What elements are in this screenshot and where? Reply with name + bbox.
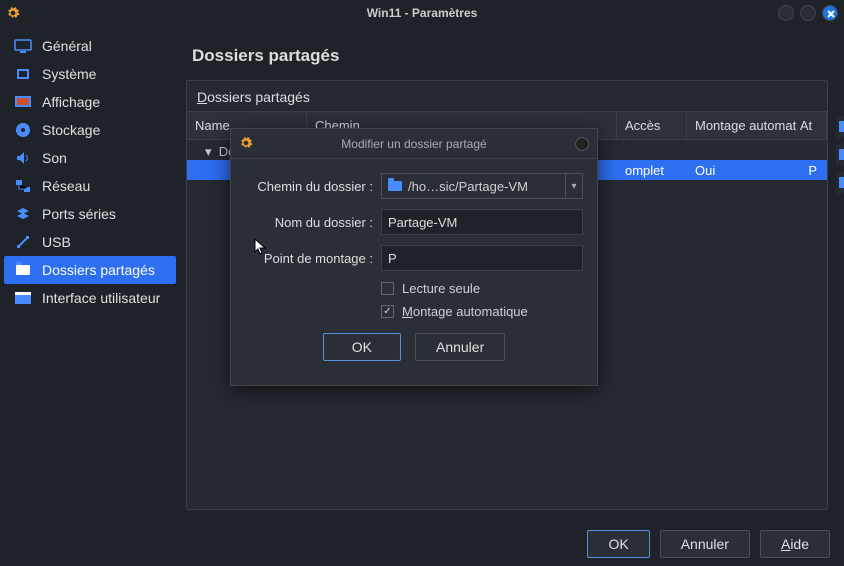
- chevron-down-icon[interactable]: ▾: [565, 173, 583, 199]
- window-buttons: [778, 5, 838, 21]
- ok-button[interactable]: OK: [587, 530, 649, 558]
- network-icon: [14, 179, 32, 193]
- sidebar-item-ui[interactable]: Interface utilisateur: [4, 284, 176, 312]
- chip-icon: [14, 67, 32, 81]
- sidebar-label: Stockage: [42, 122, 100, 138]
- sidebar-label: USB: [42, 234, 71, 250]
- cancel-button[interactable]: Annuler: [660, 530, 750, 558]
- sidebar-item-general[interactable]: Général: [4, 32, 176, 60]
- window-title: Win11 - Paramètres: [367, 6, 478, 20]
- gear-icon: [6, 6, 20, 20]
- sidebar-label: Général: [42, 38, 92, 54]
- sidebar-label: Interface utilisateur: [42, 290, 160, 306]
- dialog-title: Modifier un dossier partagé: [341, 137, 486, 151]
- col-access[interactable]: Accès: [617, 112, 687, 139]
- sidebar-item-shared-folders[interactable]: Dossiers partagés: [4, 256, 176, 284]
- folder-path-select[interactable]: /ho…sic/Partage-VM ▾: [381, 173, 583, 199]
- sidebar-label: Son: [42, 150, 67, 166]
- dialog-close-button[interactable]: [575, 137, 589, 151]
- folder-name-label: Nom du dossier :: [245, 215, 373, 230]
- edit-folder-button[interactable]: [836, 144, 844, 166]
- sidebar-label: Réseau: [42, 178, 90, 194]
- help-button[interactable]: Aide: [760, 530, 830, 558]
- cell-automount: OuiP: [687, 161, 827, 180]
- checkbox-icon: ✓: [381, 305, 394, 318]
- titlebar: Win11 - Paramètres: [0, 0, 844, 26]
- readonly-checkbox[interactable]: Lecture seule: [381, 281, 583, 296]
- minimize-button[interactable]: [778, 5, 794, 21]
- mount-point-input[interactable]: [381, 245, 583, 271]
- display-icon: [14, 95, 32, 109]
- dialog-cancel-button[interactable]: Annuler: [415, 333, 505, 361]
- sidebar-label: Affichage: [42, 94, 100, 110]
- sidebar-item-display[interactable]: Affichage: [4, 88, 176, 116]
- col-automount[interactable]: Montage automat At: [687, 112, 827, 139]
- folder-icon: [388, 181, 402, 191]
- edit-shared-folder-dialog: Modifier un dossier partagé Chemin du do…: [230, 128, 598, 386]
- gear-icon: [239, 136, 253, 150]
- cell-access: omplet: [617, 161, 687, 180]
- add-folder-button[interactable]: [836, 116, 844, 138]
- readonly-label: Lecture seule: [402, 281, 480, 296]
- mount-point-label: Point de montage :: [245, 251, 373, 266]
- dialog-titlebar: Modifier un dossier partagé: [231, 129, 597, 159]
- sidebar-item-audio[interactable]: Son: [4, 144, 176, 172]
- toolstrip: [836, 116, 844, 194]
- serial-icon: [14, 207, 32, 221]
- checkbox-icon: [381, 282, 394, 295]
- sidebar-label: Système: [42, 66, 96, 82]
- usb-icon: [14, 235, 32, 249]
- dialog-ok-button[interactable]: OK: [323, 333, 401, 361]
- monitor-icon: [14, 39, 32, 53]
- sidebar-item-network[interactable]: Réseau: [4, 172, 176, 200]
- folder-name-input[interactable]: [381, 209, 583, 235]
- speaker-icon: [14, 151, 32, 165]
- main-footer: OK Annuler Aide: [0, 522, 844, 566]
- sidebar-label: Ports séries: [42, 206, 116, 222]
- sidebar: Général Système Affichage Stockage Son R…: [0, 26, 180, 522]
- close-button[interactable]: [822, 5, 838, 21]
- sidebar-item-system[interactable]: Système: [4, 60, 176, 88]
- sidebar-item-serial[interactable]: Ports séries: [4, 200, 176, 228]
- folder-path-value: /ho…sic/Partage-VM: [408, 179, 528, 194]
- sidebar-item-usb[interactable]: USB: [4, 228, 176, 256]
- panel-title: Dossiers partagés: [187, 81, 827, 111]
- automount-label: Montage automatique: [402, 304, 528, 319]
- maximize-button[interactable]: [800, 5, 816, 21]
- sidebar-item-storage[interactable]: Stockage: [4, 116, 176, 144]
- ui-icon: [14, 291, 32, 305]
- folder-path-label: Chemin du dossier :: [245, 179, 373, 194]
- disk-icon: [14, 123, 32, 137]
- page-title: Dossiers partagés: [186, 36, 828, 80]
- folder-icon: [14, 263, 32, 277]
- delete-folder-button[interactable]: [836, 172, 844, 194]
- sidebar-label: Dossiers partagés: [42, 262, 155, 278]
- automount-checkbox[interactable]: ✓ Montage automatique: [381, 304, 583, 319]
